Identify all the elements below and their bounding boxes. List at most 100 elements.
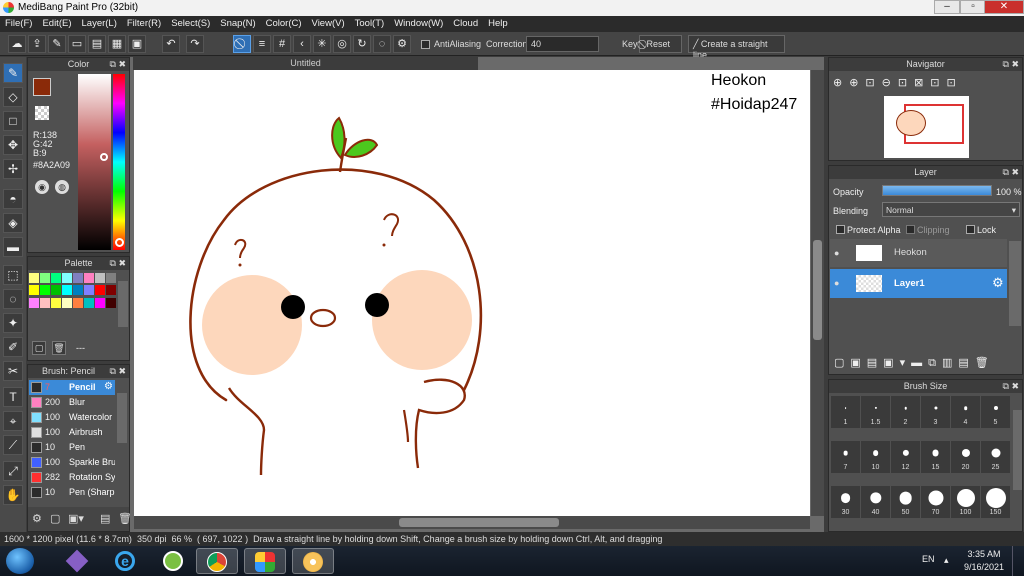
- palette-swatch[interactable]: [95, 273, 105, 283]
- eye-icon[interactable]: ●: [834, 278, 839, 288]
- palette-swatch[interactable]: [40, 273, 50, 283]
- comment-icon[interactable]: ✎: [48, 35, 66, 53]
- layer-row-layer1[interactable]: ● Layer1 ⚙: [830, 269, 1007, 298]
- color-picker-cursor[interactable]: [100, 153, 108, 161]
- palette-swatch[interactable]: [29, 297, 39, 308]
- brush-size-cell[interactable]: 25: [981, 441, 1010, 473]
- correction-select[interactable]: 40: [526, 36, 599, 52]
- eraser-tool-icon[interactable]: ◇: [3, 87, 23, 107]
- undo-icon[interactable]: ↶: [162, 35, 180, 53]
- bucket-tool-icon[interactable]: ◈: [3, 213, 23, 233]
- brush-size-cell[interactable]: 1.5: [861, 396, 890, 428]
- brush-size-cell[interactable]: 2: [891, 396, 920, 428]
- operation-tool-icon[interactable]: ⌖: [3, 411, 23, 431]
- brush-item[interactable]: 100 Watercolor: [29, 410, 115, 425]
- brush-size-cell[interactable]: 50: [891, 486, 920, 518]
- canvas-vertical-scrollbar[interactable]: [811, 70, 824, 516]
- menu-layer[interactable]: Layer(L): [77, 16, 122, 32]
- drawing-canvas[interactable]: Heokon #Hoidap247: [134, 70, 810, 516]
- brush-item[interactable]: 7 Pencil ⚙: [29, 380, 115, 395]
- layer-scrollbar[interactable]: [1009, 241, 1021, 326]
- brush-size-cell[interactable]: 5: [981, 396, 1010, 428]
- page-icon[interactable]: ▣: [128, 35, 146, 53]
- dropper-icon[interactable]: ⤢: [3, 461, 23, 481]
- medibang-taskbar-icon[interactable]: [244, 548, 286, 574]
- fill-tool-icon[interactable]: ◓: [3, 189, 23, 209]
- palette-swatch[interactable]: [29, 273, 39, 283]
- menu-cloud[interactable]: Cloud: [448, 16, 483, 32]
- minimize-button[interactable]: –: [934, 0, 960, 14]
- chat-icon[interactable]: ▭: [68, 35, 86, 53]
- palette-swatch[interactable]: [40, 297, 50, 308]
- vanishing-snap-icon[interactable]: ‹: [293, 35, 311, 53]
- chrome-icon[interactable]: [196, 548, 238, 574]
- brush-size-cell[interactable]: 4: [951, 396, 980, 428]
- brush-size-cell[interactable]: 40: [861, 486, 890, 518]
- menu-select[interactable]: Select(S): [166, 16, 215, 32]
- panel-controls-icon[interactable]: ⧉ ✖: [1003, 58, 1019, 71]
- visual-studio-icon[interactable]: [56, 548, 98, 574]
- menu-snap[interactable]: Snap(N): [215, 16, 260, 32]
- parallel-snap-icon[interactable]: ≡: [253, 35, 271, 53]
- panel-controls-icon[interactable]: ⧉ ✖: [1003, 166, 1019, 179]
- palette-scrollbar[interactable]: [118, 281, 128, 327]
- menu-color[interactable]: Color(C): [261, 16, 307, 32]
- clock-time[interactable]: 3:35 AM: [966, 549, 1002, 559]
- menu-edit[interactable]: Edit(E): [37, 16, 76, 32]
- layer-row-heokon[interactable]: ● Heokon: [830, 239, 1007, 267]
- palette-swatch[interactable]: [51, 273, 61, 283]
- brush-item[interactable]: 10 Pen (Sharp: [29, 485, 115, 500]
- canvas-horizontal-scrollbar[interactable]: [134, 516, 810, 529]
- brush-item[interactable]: 200 Blur: [29, 395, 115, 410]
- palette-icon[interactable]: ◉: [35, 180, 49, 194]
- palette-swatch[interactable]: [95, 285, 105, 296]
- new-brush-icon[interactable]: ▢: [50, 512, 60, 525]
- palette-swatch[interactable]: [106, 297, 116, 308]
- menu-view[interactable]: View(V): [307, 16, 350, 32]
- brush-size-cell[interactable]: 7: [831, 441, 860, 473]
- lock-checkbox[interactable]: [966, 225, 975, 234]
- menu-file[interactable]: File(F): [0, 16, 37, 32]
- tray-arrow-icon[interactable]: ▴: [944, 555, 949, 566]
- brush-size-cell[interactable]: 10: [861, 441, 890, 473]
- settings-snap-icon[interactable]: ⚙: [393, 35, 411, 53]
- palette-swatch[interactable]: [73, 285, 83, 296]
- coccoc-browser-icon[interactable]: [152, 548, 194, 574]
- brush-size-cell[interactable]: 15: [921, 441, 950, 473]
- hue-slider-handle[interactable]: [115, 238, 124, 247]
- palette-swatch[interactable]: [51, 285, 61, 296]
- radial-snap-icon[interactable]: ✳: [313, 35, 331, 53]
- redo-icon[interactable]: ↷: [186, 35, 204, 53]
- text-tool-icon[interactable]: T: [3, 387, 23, 407]
- select-eraser-icon[interactable]: ✂: [3, 361, 23, 381]
- brush-size-cell[interactable]: 100: [951, 486, 980, 518]
- brush-tool-icon[interactable]: ✎: [3, 63, 23, 83]
- circle-snap-icon[interactable]: ◎: [333, 35, 351, 53]
- palette-swatch[interactable]: [51, 297, 61, 308]
- delete-palette-icon[interactable]: 🗑: [52, 341, 66, 355]
- panel-controls-icon[interactable]: ⧉ ✖: [110, 58, 126, 71]
- brush-size-cell[interactable]: 70: [921, 486, 950, 518]
- brush-item[interactable]: 100 Airbrush: [29, 425, 115, 440]
- maximize-button[interactable]: ▫: [960, 0, 986, 14]
- brush-scrollbar[interactable]: [117, 393, 127, 443]
- opacity-slider[interactable]: [882, 185, 992, 196]
- palette-swatch[interactable]: [62, 273, 72, 283]
- brush-item[interactable]: 100 Sparkle Bru: [29, 455, 115, 470]
- vertical-scroll-thumb[interactable]: [813, 240, 822, 340]
- ellipse-snap-icon[interactable]: ◌: [373, 35, 391, 53]
- antialiasing-checkbox[interactable]: [421, 40, 430, 49]
- document-icon[interactable]: ▤: [88, 35, 106, 53]
- eyedropper-tool-icon[interactable]: ⟋: [3, 435, 23, 455]
- snap-off-icon[interactable]: ⃠: [233, 35, 251, 53]
- magic-wand-icon[interactable]: ✦: [3, 313, 23, 333]
- share-icon[interactable]: ⇪: [28, 35, 46, 53]
- brush-settings-icon[interactable]: ⚙: [32, 512, 42, 525]
- clipping-checkbox[interactable]: [906, 225, 915, 234]
- color-settings-icon[interactable]: ◍: [55, 180, 69, 194]
- brush-size-cell[interactable]: 30: [831, 486, 860, 518]
- lasso-tool-icon[interactable]: ◌: [3, 289, 23, 309]
- canvas-tab[interactable]: Untitled: [133, 57, 478, 70]
- palette-swatch[interactable]: [95, 297, 105, 308]
- palette-swatch[interactable]: [73, 297, 83, 308]
